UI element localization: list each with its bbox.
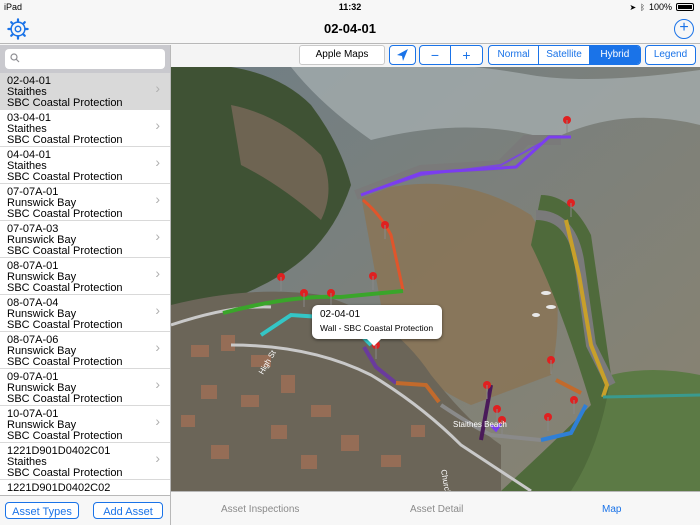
tab-map[interactable]: Map — [602, 504, 621, 515]
list-item[interactable]: 08-07A-01 Runswick Bay SBC Coastal Prote… — [0, 258, 170, 295]
tab-asset-inspections[interactable]: Asset Inspections — [221, 504, 299, 515]
list-item[interactable]: 08-07A-06 Runswick Bay SBC Coastal Prote… — [0, 332, 170, 369]
asset-owner: SBC Coastal Protection — [7, 282, 123, 294]
map-view[interactable]: High St Church St Staithes Beach — [171, 45, 700, 491]
location-arrow-icon — [397, 49, 408, 61]
asset-owner: SBC Coastal Protection — [7, 208, 123, 220]
search-input[interactable] — [5, 49, 165, 69]
battery-icon — [676, 3, 694, 11]
asset-owner: SBC Coastal Protection — [7, 245, 123, 257]
tab-bar: Asset Inspections Asset Detail Map — [171, 491, 700, 525]
chevron-right-icon: › — [155, 154, 160, 170]
tab-asset-detail[interactable]: Asset Detail — [410, 504, 463, 515]
list-item[interactable]: 09-07A-01 Runswick Bay SBC Coastal Prote… — [0, 369, 170, 406]
list-item[interactable]: 03-04-01 Staithes SBC Coastal Protection… — [0, 110, 170, 147]
sidebar-toolbar: Asset Types Add Asset — [0, 495, 170, 525]
place-label: Staithes Beach — [453, 420, 507, 429]
chevron-right-icon: › — [155, 80, 160, 96]
page-title: 02-04-01 — [323, 21, 377, 36]
satellite-map[interactable]: High St Church St Staithes Beach — [171, 45, 700, 491]
map-toolbar: Apple Maps − + Normal Satellite Hybrid L… — [171, 45, 700, 67]
list-item[interactable]: 1221D901D0402C02 — [0, 480, 170, 494]
map-type-segment: Normal Satellite Hybrid — [488, 45, 641, 65]
asset-owner: SBC Coastal Protection — [7, 134, 123, 146]
list-item[interactable]: 08-07A-04 Runswick Bay SBC Coastal Prote… — [0, 295, 170, 332]
add-circle-icon[interactable]: + — [674, 19, 694, 39]
list-item[interactable]: 02-04-01 Staithes SBC Coastal Protection… — [0, 73, 170, 110]
asset-owner: SBC Coastal Protection — [7, 97, 123, 109]
asset-owner: SBC Coastal Protection — [7, 171, 123, 183]
asset-id: 1221D901D0402C02 — [7, 482, 111, 494]
chevron-right-icon: › — [155, 302, 160, 318]
map-type-normal[interactable]: Normal — [489, 46, 540, 64]
asset-owner: SBC Coastal Protection — [7, 319, 123, 331]
status-right: ➤ ᛒ 100% — [629, 2, 694, 12]
map-callout[interactable]: 02-04-01 Wall - SBC Coastal Protection — [312, 305, 442, 346]
navigation-bar: 02-04-01 + — [0, 14, 700, 44]
status-bar: iPad 11:32 ➤ ᛒ 100% — [0, 0, 700, 14]
list-item[interactable]: 07-07A-03 Runswick Bay SBC Coastal Prote… — [0, 221, 170, 258]
chevron-right-icon: › — [155, 191, 160, 207]
asset-list: 02-04-01 Staithes SBC Coastal Protection… — [0, 73, 170, 493]
map-type-hybrid[interactable]: Hybrid — [589, 46, 640, 64]
zoom-out-button[interactable]: − — [420, 46, 452, 64]
battery-percent: 100% — [648, 2, 672, 12]
locate-button[interactable] — [389, 45, 416, 65]
legend-control: Legend — [645, 45, 696, 65]
chevron-right-icon: › — [155, 413, 160, 429]
asset-owner: SBC Coastal Protection — [7, 393, 123, 405]
search-bar — [0, 45, 170, 73]
list-item[interactable]: 10-07A-01 Runswick Bay SBC Coastal Prote… — [0, 406, 170, 443]
list-item[interactable]: 1221D901D0402C01 Staithes SBC Coastal Pr… — [0, 443, 170, 480]
search-icon — [10, 53, 20, 63]
sidebar: 02-04-01 Staithes SBC Coastal Protection… — [0, 45, 171, 525]
callout-title: 02-04-01 — [320, 309, 361, 320]
legend-button[interactable]: Legend — [646, 46, 695, 64]
bluetooth-icon: ᛒ — [640, 2, 645, 12]
callout-subtitle: Wall - SBC Coastal Protection — [320, 323, 434, 333]
list-item[interactable]: 07-07A-01 Runswick Bay SBC Coastal Prote… — [0, 184, 170, 221]
location-arrow-icon: ➤ — [629, 2, 637, 12]
asset-owner: SBC Coastal Protection — [7, 356, 123, 368]
list-item[interactable]: 04-04-01 Staithes SBC Coastal Protection… — [0, 147, 170, 184]
chevron-right-icon: › — [155, 265, 160, 281]
chevron-right-icon: › — [155, 228, 160, 244]
clock: 11:32 — [338, 2, 362, 12]
asset-owner: SBC Coastal Protection — [7, 430, 123, 442]
chevron-right-icon: › — [155, 117, 160, 133]
zoom-in-button[interactable]: + — [451, 46, 482, 64]
chevron-right-icon: › — [155, 376, 160, 392]
chevron-right-icon: › — [155, 339, 160, 355]
apple-maps-button[interactable]: Apple Maps — [299, 45, 385, 65]
asset-owner: SBC Coastal Protection — [7, 467, 123, 479]
zoom-control: − + — [419, 45, 483, 65]
chevron-right-icon: › — [155, 450, 160, 466]
add-asset-button[interactable]: Add Asset — [93, 502, 163, 519]
asset-types-button[interactable]: Asset Types — [5, 502, 79, 519]
map-type-satellite[interactable]: Satellite — [539, 46, 590, 64]
